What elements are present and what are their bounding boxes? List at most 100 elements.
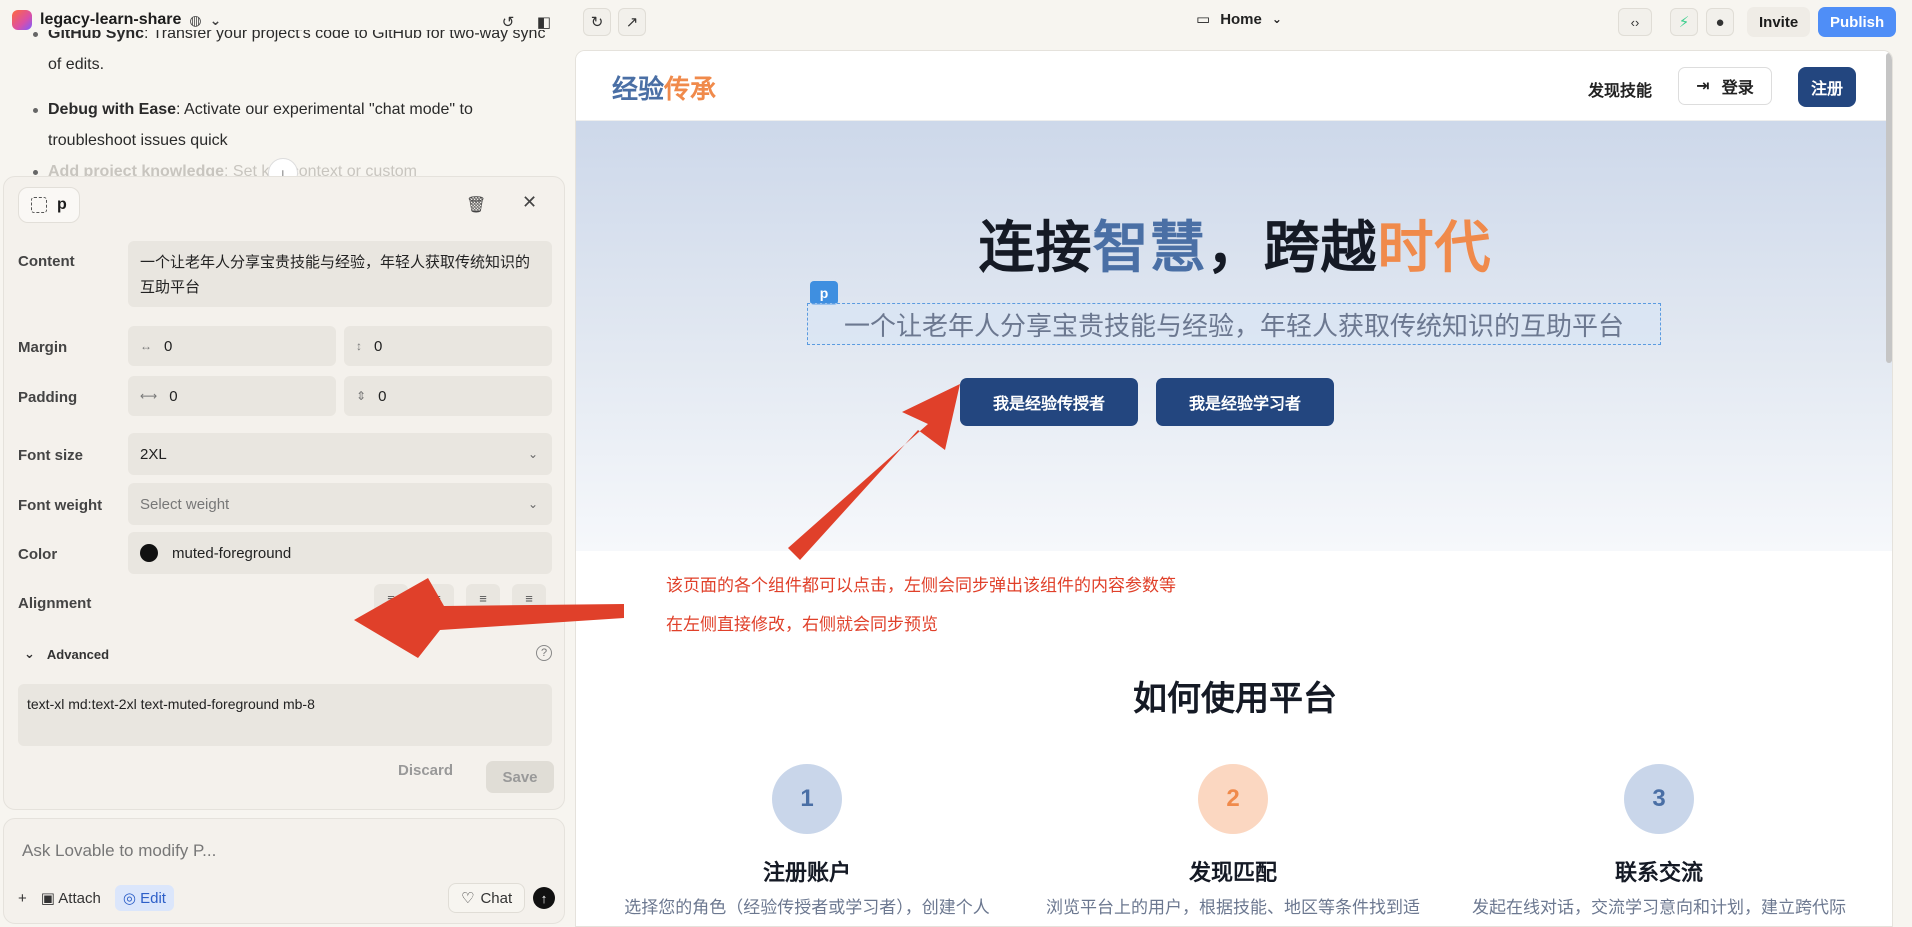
save-button[interactable]: Save [486, 761, 554, 793]
image-icon: ▣ [40, 890, 55, 907]
project-switcher[interactable]: legacy-learn-share ◍ ⌄ [12, 10, 221, 30]
monitor-icon: ▭ [1196, 11, 1211, 28]
lightbulb-icon: ♡ [461, 890, 475, 907]
site-header: 经验传承 发现技能 ⇥ 登录 注册 [576, 51, 1892, 121]
close-icon[interactable]: ✕ [522, 192, 537, 213]
hero-title[interactable]: 连接智慧，跨越时代 [576, 203, 1892, 284]
globe-icon: ◍ [189, 11, 202, 28]
github-button[interactable]: ● [1706, 8, 1734, 36]
chat-history[interactable]: GitHub Sync: Transfer your project's cod… [0, 30, 570, 180]
discard-button[interactable]: Discard [398, 762, 453, 779]
chevron-down-icon: ⌄ [209, 11, 222, 28]
element-tag: p [57, 196, 67, 213]
content-field[interactable]: 一个让老年人分享宝贵技能与经验，年轻人获取传统知识的互助平台 [128, 241, 552, 307]
supabase-button[interactable]: ⚡ [1670, 8, 1698, 36]
edit-mode-button[interactable]: ◎ Edit [114, 885, 174, 911]
chevron-down-icon: ⌄ [527, 497, 538, 511]
code-view-button[interactable]: ‹› [1618, 8, 1652, 36]
classes-textarea[interactable]: text-xl md:text-2xl text-muted-foregroun… [18, 684, 552, 746]
arrow-up-icon: ↑ [540, 890, 548, 906]
publish-button[interactable]: Publish [1818, 7, 1897, 37]
padding-x-field[interactable]: ⟷ 0 [128, 376, 336, 416]
font-weight-label: Font weight [18, 497, 103, 514]
padding-y-field[interactable]: ⇕ 0 [344, 376, 552, 416]
open-new-tab-button[interactable]: ↗ [618, 8, 646, 36]
chat-bullet: GitHub Sync: Transfer your project's cod… [33, 30, 548, 80]
invite-button[interactable]: Invite [1747, 7, 1811, 37]
alignment-buttons: ≡ ≡ ≡ ≡ [374, 584, 546, 612]
content-label: Content [18, 253, 75, 270]
hero-subtitle[interactable]: 一个让老年人分享宝贵技能与经验，年轻人获取传统知识的互助平台 [807, 303, 1661, 345]
padding-horizontal-icon: ⟷ [140, 389, 158, 403]
align-right-icon[interactable]: ≡ [466, 584, 500, 612]
site-brand[interactable]: 经验传承 [612, 69, 716, 106]
margin-label: Margin [18, 339, 68, 356]
margin-vertical-icon: ↕ [356, 339, 362, 353]
site-preview: 经验传承 发现技能 ⇥ 登录 注册 连接智慧，跨越时代 p 一个让老年人分享宝贵技… [575, 50, 1893, 927]
learner-role-button[interactable]: 我是经验学习者 [1156, 378, 1334, 426]
step-number: 1 [772, 764, 842, 834]
preview-scrollbar[interactable] [1886, 53, 1892, 363]
help-icon[interactable]: ? [536, 645, 552, 661]
page-selector[interactable]: ▭ Home ⌄ [1196, 10, 1282, 29]
color-label: Color [18, 546, 58, 563]
chat-input[interactable]: Ask Lovable to modify P... [22, 841, 216, 861]
refresh-preview-button[interactable]: ↻ [583, 8, 611, 36]
element-select-icon [31, 197, 47, 213]
step-description: 浏览平台上的用户，根据技能、地区等条件找到适 [1046, 898, 1420, 917]
step-title: 联系交流 [1614, 860, 1703, 885]
margin-horizontal-icon: ↔ [140, 339, 152, 353]
history-icon: ↺ [501, 14, 515, 31]
code-icon: ‹› [1630, 14, 1640, 30]
chevron-down-icon: ⌄ [1271, 12, 1282, 26]
padding-vertical-icon: ⇕ [356, 389, 367, 403]
chat-input-box: Ask Lovable to modify P... + ▣ Attach ◎ … [3, 818, 565, 924]
trash-icon[interactable]: 🗑 [466, 195, 486, 215]
chevron-down-icon: ⌄ [527, 447, 538, 461]
step-title: 发现匹配 [1188, 860, 1277, 885]
send-button[interactable]: ↑ [533, 887, 555, 909]
github-icon: ● [1715, 13, 1725, 31]
lovable-logo-icon [12, 10, 32, 30]
nav-register-button[interactable]: 注册 [1798, 67, 1856, 107]
bolt-icon: ⚡ [1678, 14, 1690, 31]
chevron-down-icon: ⌄ [24, 646, 35, 661]
refresh-icon: ↻ [590, 14, 604, 31]
sidebar-icon: ◧ [536, 14, 552, 31]
annotation-text: 该页面的各个组件都可以点击，左侧会同步弹出该组件的内容参数等 [666, 576, 1176, 595]
login-icon: ⇥ [1696, 78, 1710, 95]
step-description: 发起在线对话，交流学习意向和计划，建立跨代际 [1472, 898, 1846, 917]
padding-label: Padding [18, 389, 78, 406]
chat-bullet: Debug with Ease: Activate our experiment… [33, 94, 548, 156]
align-left-icon[interactable]: ≡ [374, 584, 408, 612]
project-name: legacy-learn-share [40, 11, 182, 28]
how-to-use-title: 如何使用平台 [1133, 680, 1337, 718]
align-center-icon[interactable]: ≡ [420, 584, 454, 612]
chat-mode-button[interactable]: ♡ Chat [448, 883, 526, 913]
margin-y-field[interactable]: ↕ 0 [344, 326, 552, 366]
nav-discover-link[interactable]: 发现技能 [1588, 77, 1652, 101]
step-number: 2 [1198, 764, 1268, 834]
step-title: 注册账户 [762, 860, 851, 885]
element-tag-pill: p [18, 187, 80, 223]
chat-tools: + ▣ Attach ◎ Edit [18, 885, 174, 911]
color-select[interactable]: muted-foreground [128, 532, 552, 574]
advanced-toggle[interactable]: ⌄ Advanced [24, 646, 109, 662]
font-size-select[interactable]: 2XL ⌄ [128, 433, 552, 475]
margin-x-field[interactable]: ↔ 0 [128, 326, 336, 366]
align-justify-icon[interactable]: ≡ [512, 584, 546, 612]
alignment-label: Alignment [18, 595, 92, 612]
step-description: 选择您的角色（经验传授者或学习者），创建个人 [624, 898, 990, 917]
annotation-text: 在左侧直接修改，右侧就会同步预览 [666, 615, 938, 634]
nav-login-button[interactable]: ⇥ 登录 [1678, 67, 1772, 105]
font-size-label: Font size [18, 447, 84, 464]
step-number: 3 [1624, 764, 1694, 834]
teacher-role-button[interactable]: 我是经验传授者 [960, 378, 1138, 426]
color-swatch [140, 544, 158, 562]
font-weight-select[interactable]: Select weight ⌄ [128, 483, 552, 525]
page-selector-label: Home [1220, 10, 1262, 28]
advanced-label: Advanced [46, 646, 110, 662]
element-properties-panel: p 🗑 ✕ Content 一个让老年人分享宝贵技能与经验，年轻人获取传统知识的… [3, 176, 565, 810]
plus-icon[interactable]: + [18, 890, 27, 907]
attach-button[interactable]: ▣ Attach [41, 889, 101, 907]
